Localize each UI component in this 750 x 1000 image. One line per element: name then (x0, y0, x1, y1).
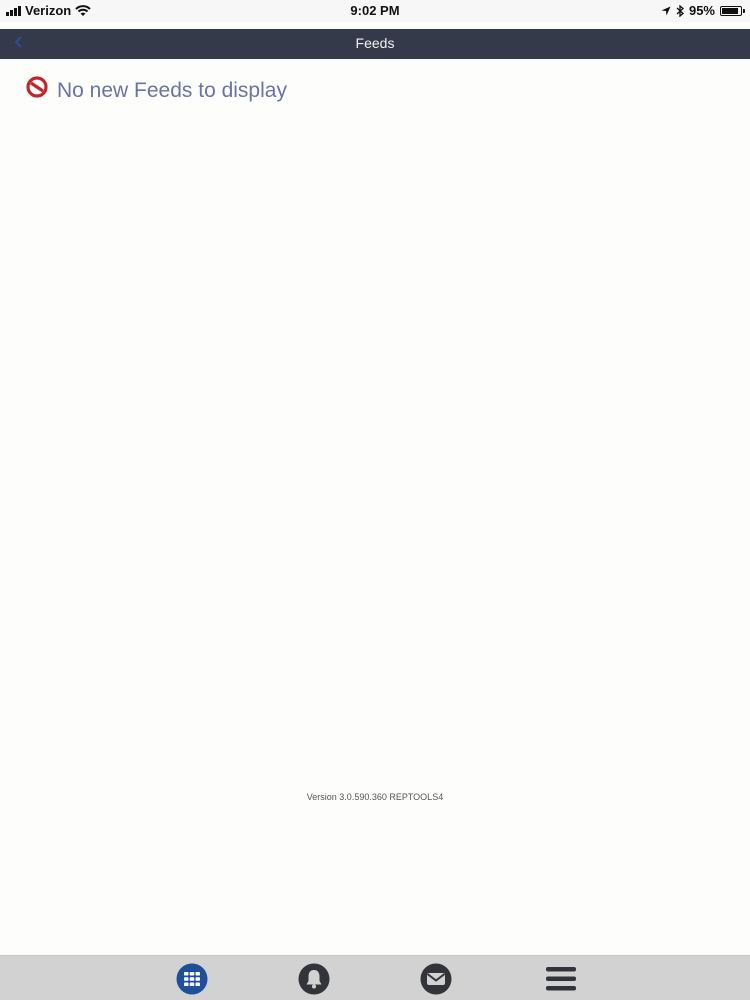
page-title: Feeds (355, 35, 395, 51)
menu-icon (546, 967, 576, 991)
bluetooth-icon (676, 4, 684, 17)
location-arrow-icon (661, 6, 671, 15)
tab-messages[interactable] (419, 962, 453, 996)
tab-bar (0, 955, 750, 1000)
empty-message: No new Feeds to display (57, 79, 287, 102)
status-bar: Verizon 9:02 PM 95% (0, 0, 750, 22)
battery-icon (720, 5, 745, 16)
status-right: 95% (661, 3, 745, 18)
grid-icon (176, 963, 208, 995)
version-label: Version 3.0.590.360 REPTOOLS4 (306, 792, 444, 802)
tab-grid[interactable] (175, 962, 209, 996)
tab-menu[interactable] (544, 962, 578, 996)
battery-level (722, 7, 739, 14)
mail-icon (420, 963, 452, 995)
no-entry-icon (26, 76, 48, 98)
tab-notifications[interactable] (297, 962, 331, 996)
app-screen: Verizon 9:02 PM 95% Feeds No new Feeds t… (0, 0, 750, 1000)
battery-percent: 95% (688, 3, 715, 18)
nav-bar: Feeds (0, 29, 750, 59)
status-time: 9:02 PM (350, 3, 400, 18)
empty-state: No new Feeds to display (26, 76, 287, 103)
bell-icon (298, 963, 330, 995)
